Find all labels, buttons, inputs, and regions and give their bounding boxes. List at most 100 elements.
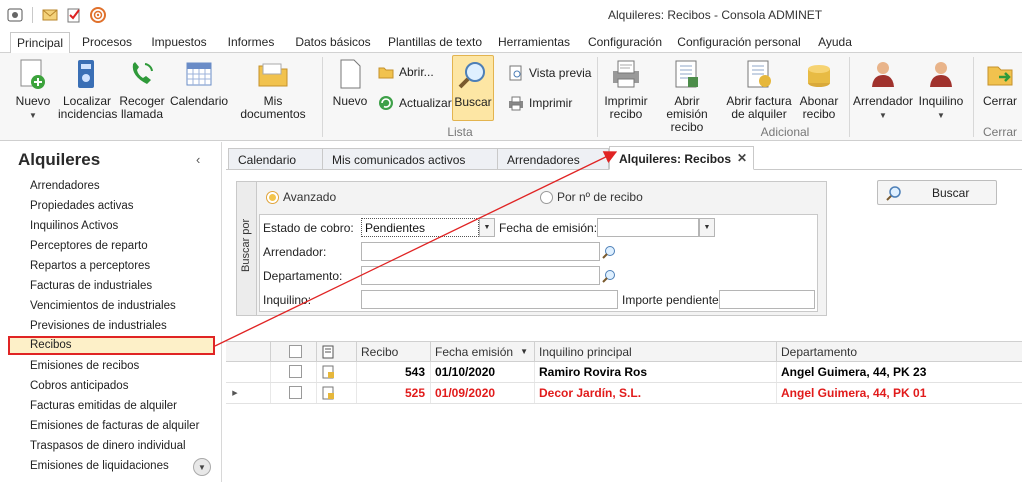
sidebar-item-emisiones-facturas[interactable]: Emisiones de facturas de alquiler <box>8 417 215 436</box>
cell-inquilino: Decor Jardín, S.L. <box>534 383 776 403</box>
grid-header: Recibo Fecha emisión ▼ Inquilino princip… <box>226 341 1022 362</box>
abrir-button[interactable]: Abrir... <box>378 65 434 79</box>
cerrar-button[interactable]: Cerrar <box>980 57 1020 108</box>
importe-pendiente-field[interactable] <box>719 290 815 309</box>
task-icon[interactable] <box>65 6 83 24</box>
table-row[interactable]: 543 01/10/2020 Ramiro Rovira Ros Angel G… <box>226 362 1022 383</box>
doc-tab-calendario[interactable]: Calendario <box>228 148 324 170</box>
print-receipt-icon <box>609 57 643 91</box>
sidebar-item-propiedades-activas[interactable]: Propiedades activas <box>8 197 215 216</box>
receipt-issue-icon <box>670 57 704 91</box>
search-icon[interactable] <box>600 266 618 285</box>
vista-previa-button[interactable]: Vista previa <box>508 65 591 81</box>
buscar-ribbon-button[interactable]: Buscar <box>452 55 494 121</box>
cell-departamento: Angel Guimera, 44, PK 01 <box>776 383 1022 403</box>
arrendador-button[interactable]: Arrendador ▼ <box>853 57 913 122</box>
abonar-recibo-button[interactable]: Abonar recibo <box>796 57 842 121</box>
sidebar-item-cobros-anticipados[interactable]: Cobros anticipados <box>8 377 215 396</box>
localizar-incidencias-button[interactable]: Localizar incidencias <box>58 57 117 121</box>
row-indicator-icon: ▶ <box>232 390 238 397</box>
abrir-emision-recibo-button[interactable]: Abrir emisión recibo <box>654 57 720 134</box>
inquilino-field[interactable] <box>361 290 618 309</box>
tab-configuracion-personal[interactable]: Configuración personal <box>676 32 802 53</box>
column-departamento[interactable]: Departamento <box>776 342 1022 362</box>
estado-select[interactable]: Pendientes <box>361 218 479 237</box>
importe-pendiente-label: Importe pendiente: <box>622 293 723 307</box>
imprimir-recibo-button[interactable]: Imprimir recibo <box>602 57 650 121</box>
sidebar-item-previsiones-industriales[interactable]: Previsiones de industriales <box>8 317 215 336</box>
sidebar-item-perceptores-reparto[interactable]: Perceptores de reparto <box>8 237 215 256</box>
mis-documentos-button[interactable]: Mis documentos <box>232 57 314 121</box>
nuevo-list-button[interactable]: Nuevo <box>330 57 370 108</box>
sidebar-item-vencimientos-industriales[interactable]: Vencimientos de industriales <box>8 297 215 316</box>
sidebar-item-facturas-industriales[interactable]: Facturas de industriales <box>8 277 215 296</box>
document-icon-header <box>316 342 356 362</box>
tab-ayuda[interactable]: Ayuda <box>812 32 858 53</box>
group-label-cerrar: Cerrar <box>982 125 1017 139</box>
refresh-icon <box>379 96 393 110</box>
sidebar-item-inquilinos-activos[interactable]: Inquilinos Activos <box>8 217 215 236</box>
arrendador-field[interactable] <box>361 242 600 261</box>
checkbox[interactable] <box>289 345 302 358</box>
fecha-emision-label: Fecha de emisión: <box>499 221 598 235</box>
arrendador-label: Arrendador: <box>263 245 327 259</box>
printer-icon <box>509 96 523 111</box>
search-icon[interactable] <box>600 242 618 261</box>
column-fecha-emision[interactable]: Fecha emisión ▼ <box>430 342 534 362</box>
departamento-field[interactable] <box>361 266 600 285</box>
phone-icon <box>125 57 159 91</box>
doc-tab-comunicados[interactable]: Mis comunicados activos <box>322 148 498 170</box>
cell-departamento: Angel Guimera, 44, PK 23 <box>776 362 1022 382</box>
sidebar-item-traspasos-dinero[interactable]: Traspasos de dinero individual <box>8 437 215 456</box>
mail-icon[interactable] <box>41 6 59 24</box>
table-row[interactable]: ▶ 525 01/09/2020 Decor Jardín, S.L. Ange… <box>226 383 1022 404</box>
sidebar-item-emisiones-liquidaciones[interactable]: Emisiones de liquidaciones <box>8 457 215 476</box>
imprimir-button[interactable]: Imprimir <box>508 95 572 111</box>
tab-herramientas[interactable]: Herramientas <box>494 32 574 53</box>
actualizar-button[interactable]: Actualizar <box>378 95 452 111</box>
rss-icon[interactable] <box>89 6 107 24</box>
tab-plantillas[interactable]: Plantillas de texto <box>386 32 484 53</box>
fecha-emision-select[interactable] <box>597 218 699 237</box>
sidebar-item-recibos[interactable]: Recibos <box>8 336 215 355</box>
cell-fecha: 01/10/2020 <box>430 362 534 382</box>
checkbox[interactable] <box>289 365 302 378</box>
sidebar-item-emisiones-recibos[interactable]: Emisiones de recibos <box>8 357 215 376</box>
open-folder-icon <box>378 67 394 79</box>
nuevo-button[interactable]: Nuevo ▼ <box>12 57 54 122</box>
column-inquilino-principal[interactable]: Inquilino principal <box>534 342 776 362</box>
sidebar-item-facturas-emitidas[interactable]: Facturas emitidas de alquiler <box>8 397 215 416</box>
sidebar-item-repartos-perceptores[interactable]: Repartos a perceptores <box>8 257 215 276</box>
chevron-down-icon[interactable]: ▼ <box>479 218 495 237</box>
tab-principal[interactable]: Principal <box>10 32 70 55</box>
doc-tab-recibos[interactable]: Alquileres: Recibos ✕ <box>609 146 754 170</box>
collapse-icon[interactable]: ‹ <box>196 152 200 167</box>
scroll-down-icon[interactable]: ▼ <box>193 458 211 476</box>
app-icon[interactable] <box>6 6 24 24</box>
radio-avanzado[interactable]: Avanzado <box>266 190 336 204</box>
tab-informes[interactable]: Informes <box>222 32 280 53</box>
tab-configuracion[interactable]: Configuración <box>584 32 666 53</box>
checkbox[interactable] <box>289 386 302 399</box>
column-recibo[interactable]: Recibo <box>356 342 430 362</box>
doc-tab-arrendadores[interactable]: Arrendadores <box>497 148 609 170</box>
receipt-doc-icon <box>316 383 356 403</box>
receipts-grid: Recibo Fecha emisión ▼ Inquilino princip… <box>226 341 1022 482</box>
chevron-down-icon[interactable]: ▼ <box>699 218 715 237</box>
select-all-checkbox-cell[interactable] <box>270 342 316 362</box>
buscar-button[interactable]: Buscar <box>877 180 997 205</box>
close-icon[interactable]: ✕ <box>737 151 747 165</box>
magnifier-icon <box>456 58 490 92</box>
print-preview-icon <box>509 65 522 81</box>
sidebar-item-arrendadores[interactable]: Arrendadores <box>8 177 215 196</box>
tab-datos-basicos[interactable]: Datos básicos <box>290 32 376 53</box>
radio-por-recibo[interactable]: Por nº de recibo <box>540 190 643 204</box>
calendario-button[interactable]: Calendario <box>170 57 228 108</box>
tab-procesos[interactable]: Procesos <box>78 32 136 53</box>
row-checkbox-cell[interactable] <box>270 383 316 403</box>
recoger-llamada-button[interactable]: Recoger llamada <box>118 57 166 121</box>
row-checkbox-cell[interactable] <box>270 362 316 382</box>
inquilino-button[interactable]: Inquilino ▼ <box>916 57 966 122</box>
tab-impuestos[interactable]: Impuestos <box>146 32 212 53</box>
abrir-factura-alquiler-button[interactable]: Abrir factura de alquiler <box>726 57 792 121</box>
